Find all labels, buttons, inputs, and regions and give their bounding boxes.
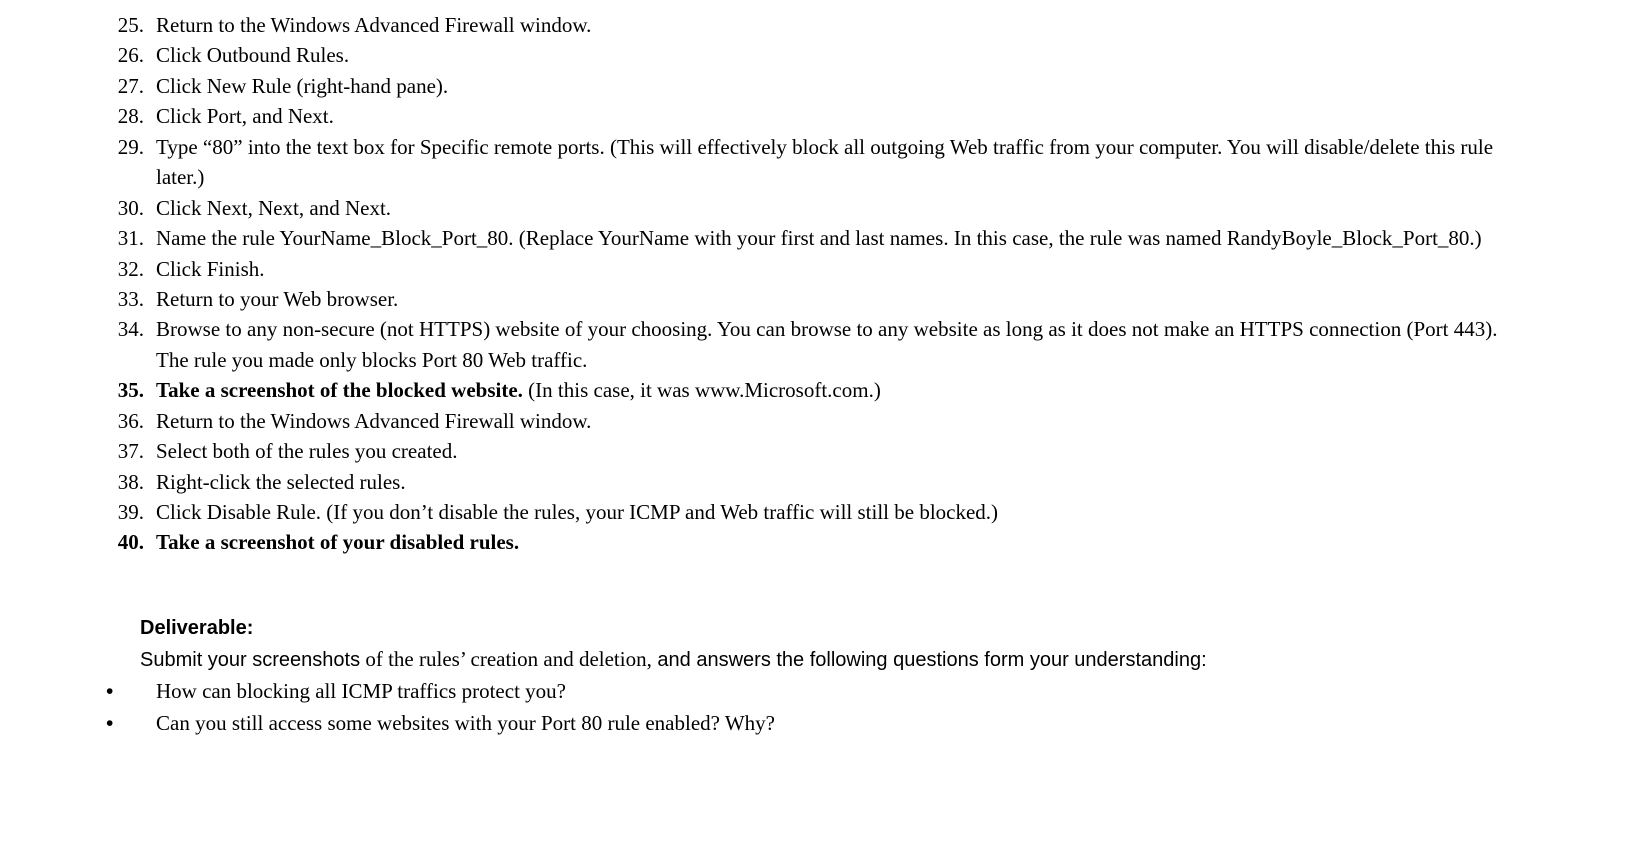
bullet-dot-icon: • [100, 709, 156, 739]
intro-part-1: Submit your screenshots [140, 649, 360, 671]
step-item: 26.Click Outbound Rules. [100, 40, 1528, 70]
step-text: Click Finish. [156, 254, 1528, 284]
step-number: 32. [100, 254, 156, 284]
step-item: 27.Click New Rule (right-hand pane). [100, 71, 1528, 101]
step-bold-text: Take a screenshot of the blocked website… [156, 378, 528, 402]
step-number: 35. [100, 375, 156, 405]
step-item: 34.Browse to any non-secure (not HTTPS) … [100, 314, 1528, 375]
step-number: 31. [100, 223, 156, 253]
step-text: Browse to any non-secure (not HTTPS) web… [156, 314, 1528, 375]
step-number: 38. [100, 467, 156, 497]
intro-part-3: and answers the following questions form… [652, 649, 1207, 671]
step-number: 40. [100, 527, 156, 557]
step-item: 29.Type “80” into the text box for Speci… [100, 132, 1528, 193]
step-text: Click Disable Rule. (If you don’t disabl… [156, 497, 1528, 527]
bullet-item: •Can you still access some websites with… [100, 708, 1528, 739]
step-item: 36.Return to the Windows Advanced Firewa… [100, 406, 1528, 436]
step-text: Take a screenshot of the blocked website… [156, 375, 1528, 405]
step-text: Click Outbound Rules. [156, 40, 1528, 70]
step-number: 27. [100, 71, 156, 101]
step-item: 37.Select both of the rules you created. [100, 436, 1528, 466]
intro-part-2: of the rules’ creation and deletion, [360, 647, 652, 671]
step-number: 39. [100, 497, 156, 527]
step-text: Right-click the selected rules. [156, 467, 1528, 497]
step-text: Select both of the rules you created. [156, 436, 1528, 466]
step-item: 38.Right-click the selected rules. [100, 467, 1528, 497]
step-number: 28. [100, 101, 156, 131]
deliverable-section: Deliverable: Submit your screenshots of … [100, 614, 1528, 674]
step-text: Take a screenshot of your disabled rules… [156, 527, 1528, 557]
step-number: 34. [100, 314, 156, 375]
bullet-text: Can you still access some websites with … [156, 708, 1528, 738]
step-number: 30. [100, 193, 156, 223]
step-plain-text: (In this case, it was www.Microsoft.com.… [528, 378, 881, 402]
step-text: Return to the Windows Advanced Firewall … [156, 406, 1528, 436]
step-item: 40.Take a screenshot of your disabled ru… [100, 527, 1528, 557]
bullet-item: •How can blocking all ICMP traffics prot… [100, 676, 1528, 707]
bullet-dot-icon: • [100, 677, 156, 707]
step-number: 36. [100, 406, 156, 436]
step-text: Return to the Windows Advanced Firewall … [156, 10, 1528, 40]
numbered-steps-list: 25.Return to the Windows Advanced Firewa… [100, 10, 1528, 558]
step-item: 31.Name the rule YourName_Block_Port_80.… [100, 223, 1528, 253]
step-number: 26. [100, 40, 156, 70]
step-item: 30.Click Next, Next, and Next. [100, 193, 1528, 223]
step-number: 37. [100, 436, 156, 466]
step-text: Type “80” into the text box for Specific… [156, 132, 1528, 193]
bullet-text: How can blocking all ICMP traffics prote… [156, 676, 1528, 706]
step-item: 33.Return to your Web browser. [100, 284, 1528, 314]
deliverable-heading: Deliverable: [140, 614, 1528, 643]
step-bold-text: Take a screenshot of your disabled rules… [156, 530, 519, 554]
step-number: 33. [100, 284, 156, 314]
step-text: Click Next, Next, and Next. [156, 193, 1528, 223]
deliverable-intro: Submit your screenshots of the rules’ cr… [140, 645, 1528, 674]
step-item: 25.Return to the Windows Advanced Firewa… [100, 10, 1528, 40]
deliverable-bullets: •How can blocking all ICMP traffics prot… [100, 676, 1528, 739]
step-item: 28.Click Port, and Next. [100, 101, 1528, 131]
step-text: Click New Rule (right-hand pane). [156, 71, 1528, 101]
step-text: Return to your Web browser. [156, 284, 1528, 314]
step-item: 32.Click Finish. [100, 254, 1528, 284]
step-item: 39.Click Disable Rule. (If you don’t dis… [100, 497, 1528, 527]
step-number: 29. [100, 132, 156, 193]
step-item: 35.Take a screenshot of the blocked webs… [100, 375, 1528, 405]
step-text: Click Port, and Next. [156, 101, 1528, 131]
step-number: 25. [100, 10, 156, 40]
step-text: Name the rule YourName_Block_Port_80. (R… [156, 223, 1528, 253]
